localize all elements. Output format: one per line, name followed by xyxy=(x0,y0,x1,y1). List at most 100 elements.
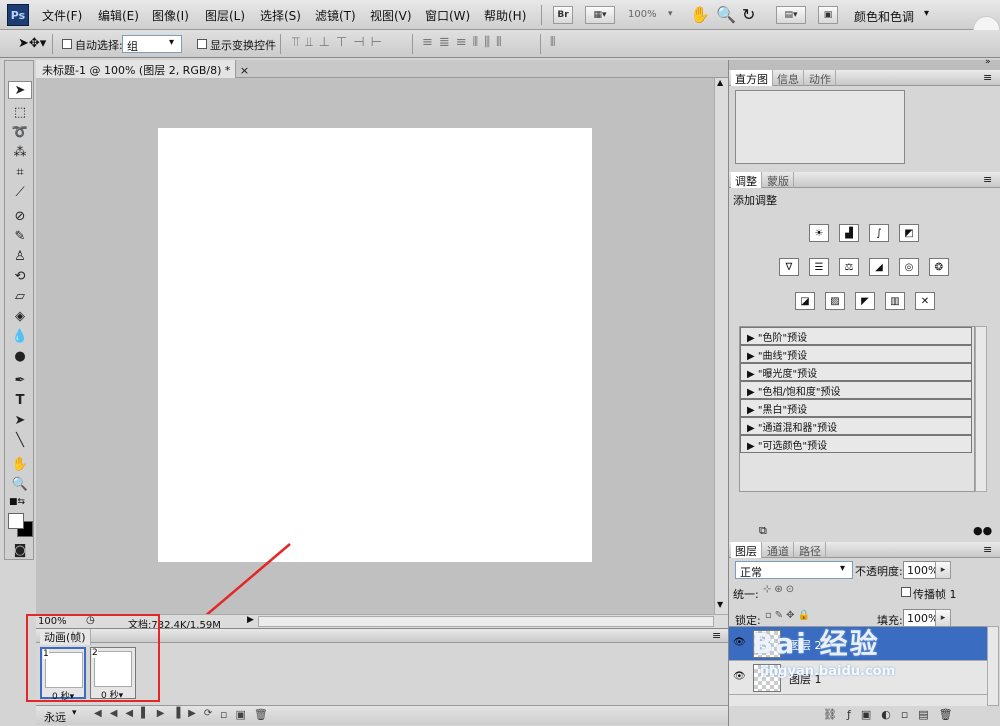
selective-color-icon[interactable]: ✕ xyxy=(915,292,935,310)
menu-layer[interactable]: 图层(L) xyxy=(205,7,245,24)
fill-slider-button[interactable]: ▸ xyxy=(935,609,951,627)
layers-scrollbar[interactable] xyxy=(987,626,999,706)
exposure-icon[interactable]: ◩ xyxy=(899,224,919,242)
arrange-documents-button[interactable]: ▤▾ xyxy=(776,6,806,24)
menu-help[interactable]: 帮助(H) xyxy=(484,7,526,24)
move-tool-icon[interactable]: ➤ xyxy=(8,81,32,99)
crop-tool-icon[interactable]: ⌗ xyxy=(8,163,32,181)
scroll-down-icon[interactable]: ▼ xyxy=(717,600,723,609)
zoom-tool-icon[interactable]: 🔍 xyxy=(8,475,32,493)
panel-menu-icon[interactable]: ≡ xyxy=(983,543,992,556)
unify-icons[interactable]: ⊹⊛⊙ xyxy=(763,584,797,595)
canvas-area[interactable] xyxy=(36,78,714,614)
color-balance-icon[interactable]: ⚖ xyxy=(839,258,859,276)
healing-brush-tool-icon[interactable]: ⊘ xyxy=(8,207,32,225)
opacity-slider-button[interactable]: ▸ xyxy=(935,561,951,579)
chevron-down-icon[interactable]: ▾ xyxy=(668,9,673,19)
panel-menu-icon[interactable]: ≡ xyxy=(983,173,992,186)
tab-channels[interactable]: 通道 xyxy=(763,542,794,558)
menu-image[interactable]: 图像(I) xyxy=(152,7,189,24)
document-tab[interactable]: 未标题-1 @ 100% (图层 2, RGB/8) * × xyxy=(36,60,249,78)
panel-menu-icon[interactable]: ≡ xyxy=(712,629,721,642)
scroll-up-icon[interactable]: ▲ xyxy=(717,78,723,87)
tab-info[interactable]: 信息 xyxy=(773,70,804,86)
blur-tool-icon[interactable]: 💧 xyxy=(8,327,32,345)
chevron-down-icon[interactable]: ▾ xyxy=(72,708,77,718)
invert-icon[interactable]: ◪ xyxy=(795,292,815,310)
lasso-tool-icon[interactable]: ➰ xyxy=(8,123,32,141)
quick-mask-icon[interactable]: ◙ xyxy=(8,541,32,559)
photo-filter-icon[interactable]: ◎ xyxy=(899,258,919,276)
eraser-tool-icon[interactable]: ▱ xyxy=(8,287,32,305)
black-white-icon[interactable]: ◢ xyxy=(869,258,889,276)
propagate-frame-checkbox[interactable] xyxy=(901,587,911,597)
menu-filter[interactable]: 滤镜(T) xyxy=(315,7,356,24)
preset-levels[interactable]: ▶ "色阶"预设 xyxy=(740,327,972,345)
vertical-scrollbar[interactable]: ▲ ▼ xyxy=(714,78,728,614)
magic-wand-tool-icon[interactable]: ⁂ xyxy=(8,143,32,161)
menu-file[interactable]: 文件(F) xyxy=(42,7,82,24)
distribute-icons[interactable]: ≡≣≡⫴⫼⫴ xyxy=(422,35,508,50)
marquee-tool-icon[interactable]: ⬚ xyxy=(8,103,32,121)
tab-histogram[interactable]: 直方图 xyxy=(731,70,773,86)
levels-icon[interactable]: ▟ xyxy=(839,224,859,242)
bridge-button[interactable]: Br xyxy=(553,6,573,24)
eye-toggle-icon[interactable]: ●● xyxy=(973,524,992,537)
visibility-eye-icon[interactable]: 👁 xyxy=(733,671,747,683)
clip-icon[interactable]: ⧉ xyxy=(759,524,767,538)
tab-layers[interactable]: 图层 xyxy=(731,542,762,558)
dodge-tool-icon[interactable]: ● xyxy=(8,347,32,365)
tab-actions[interactable]: 动作 xyxy=(805,70,836,86)
visibility-eye-icon[interactable]: 👁 xyxy=(733,637,747,649)
auto-align-icon[interactable]: ⫴ xyxy=(550,35,555,50)
frame-action-icons[interactable]: ▫▣🗑 xyxy=(220,708,276,721)
menu-edit[interactable]: 编辑(E) xyxy=(98,7,139,24)
posterize-icon[interactable]: ▨ xyxy=(825,292,845,310)
menu-select[interactable]: 选择(S) xyxy=(260,7,301,24)
play-icon[interactable]: ▶ xyxy=(247,615,254,625)
chevron-down-icon[interactable]: ▾ xyxy=(924,8,929,19)
tab-adjustments[interactable]: 调整 xyxy=(731,172,762,188)
foreground-color-swatch[interactable] xyxy=(8,513,24,529)
preset-channel-mixer[interactable]: ▶ "通道混和器"预设 xyxy=(740,417,972,435)
blend-mode-dropdown[interactable]: 正常 ▾ xyxy=(735,561,853,579)
horizontal-scrollbar[interactable] xyxy=(258,616,714,627)
preset-hue-saturation[interactable]: ▶ "色相/饱和度"预设 xyxy=(740,381,972,399)
hand-tool-icon[interactable]: ✋ xyxy=(8,455,32,473)
rotate-view-icon[interactable]: ↻ xyxy=(742,5,755,24)
pen-tool-icon[interactable]: ✒ xyxy=(8,371,32,389)
close-icon[interactable]: × xyxy=(240,64,249,77)
playback-icons[interactable]: ◀◀◀▌▶▐▶⟳ xyxy=(94,708,220,719)
presets-scrollbar[interactable] xyxy=(975,326,987,492)
preset-exposure[interactable]: ▶ "曝光度"预设 xyxy=(740,363,972,381)
threshold-icon[interactable]: ◤ xyxy=(855,292,875,310)
zoom-level[interactable]: 100% xyxy=(628,9,657,20)
auto-select-dropdown[interactable]: 组 ▾ xyxy=(122,35,182,53)
channel-mixer-icon[interactable]: ❂ xyxy=(929,258,949,276)
curves-icon[interactable]: ∫ xyxy=(869,224,889,242)
clone-stamp-tool-icon[interactable]: ♙ xyxy=(8,247,32,265)
menu-window[interactable]: 窗口(W) xyxy=(425,7,470,24)
show-transform-checkbox[interactable] xyxy=(197,39,207,49)
preset-selective-color[interactable]: ▶ "可选颜色"预设 xyxy=(740,435,972,453)
line-tool-icon[interactable]: ╲ xyxy=(8,431,32,449)
move-tool-icon[interactable]: ➤✥▾ xyxy=(18,36,46,51)
type-tool-icon[interactable]: T xyxy=(8,391,32,409)
default-colors-icon[interactable]: ■⇆ xyxy=(9,497,25,507)
paint-bucket-tool-icon[interactable]: ◈ xyxy=(8,307,32,325)
lock-icons[interactable]: ▫✎✥🔒 xyxy=(765,610,813,621)
collapse-icon[interactable]: » xyxy=(985,57,991,67)
extras-button[interactable]: ▦▾ xyxy=(585,6,615,24)
screen-mode-button[interactable]: ▣ xyxy=(818,6,838,24)
vibrance-icon[interactable]: ∇ xyxy=(779,258,799,276)
auto-select-checkbox[interactable] xyxy=(62,39,72,49)
workspace-switcher[interactable]: 颜色和色调 xyxy=(854,8,914,25)
brush-tool-icon[interactable]: ✎ xyxy=(8,227,32,245)
align-icons[interactable]: ⫪⫫⊥⊤⊣⊢ xyxy=(292,35,388,50)
tab-masks[interactable]: 蒙版 xyxy=(763,172,794,188)
panel-menu-icon[interactable]: ≡ xyxy=(983,71,992,84)
layer-action-icons[interactable]: ⛓ƒ▣◐▫▤🗑 xyxy=(823,708,963,721)
preset-black-white[interactable]: ▶ "黑白"预设 xyxy=(740,399,972,417)
eyedropper-tool-icon[interactable]: ⟋ xyxy=(8,183,32,201)
tab-paths[interactable]: 路径 xyxy=(795,542,826,558)
